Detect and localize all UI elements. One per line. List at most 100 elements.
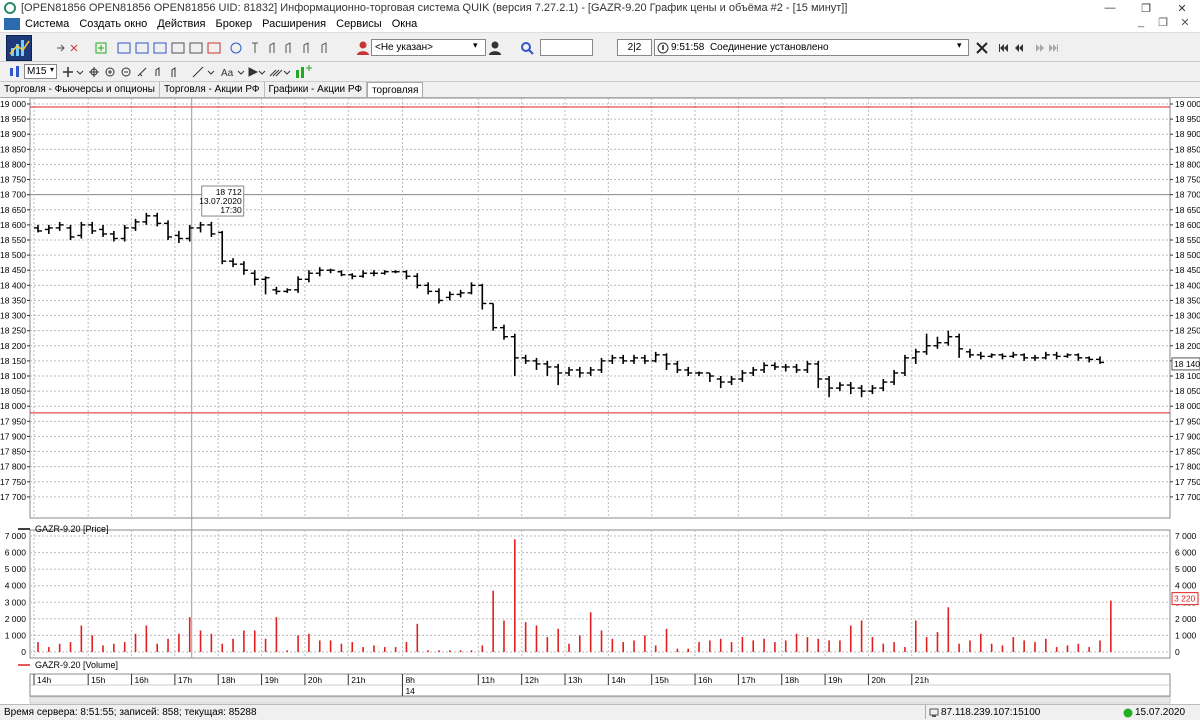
price-volume-chart[interactable]: 19 000 19 000 18 950 18 950 18 900 18 900 18 8…: [0, 98, 1200, 704]
menu-extensions[interactable]: Расширения: [257, 18, 331, 30]
trendline-icon: [192, 66, 204, 78]
price-tick-label-left: 18 300: [0, 311, 26, 321]
price-tick-label-right: 18 050: [1175, 386, 1200, 396]
time-axis-label: 16h: [135, 675, 149, 685]
time-axis-label: 14h: [611, 675, 625, 685]
crosshair-chevron-icon: [76, 70, 84, 75]
price-tick-label-right: 18 200: [1175, 341, 1200, 351]
tab-stocks-charts[interactable]: Графики - Акции РФ: [265, 82, 368, 97]
price-tick-label-left: 17 700: [0, 492, 26, 502]
search-input[interactable]: [540, 39, 593, 56]
price-tick-label-left: 17 850: [0, 447, 26, 457]
mdi-doc-icon[interactable]: [4, 18, 20, 30]
connection-status-box[interactable]: 9:51:58 Соединение установлено: [654, 39, 969, 56]
price-tick-label-right: 18 500: [1175, 250, 1200, 260]
quik-chart-logo-icon[interactable]: [6, 35, 32, 61]
price-tick-label-right: 18 300: [1175, 311, 1200, 321]
menu-broker[interactable]: Брокер: [211, 18, 258, 30]
hand3-icon: [303, 42, 309, 53]
quotes-icon: [135, 42, 149, 54]
price-tick-label-left: 18 450: [0, 265, 26, 275]
toolbar-icon-strip: [57, 42, 291, 54]
price-tick-label-right: 18 550: [1175, 235, 1200, 245]
maximize-button[interactable]: ❐: [1128, 0, 1164, 16]
indicators-icon: [296, 70, 299, 78]
hand-icon: [269, 42, 275, 53]
price-tick-label-right: 17 950: [1175, 416, 1200, 426]
price-tick-label-left: 18 100: [0, 371, 26, 381]
text-chevron-icon: [237, 70, 245, 75]
first-icon: [999, 44, 1008, 52]
close-x-icon[interactable]: [975, 41, 989, 55]
last-volume-label: 3 220: [1174, 594, 1196, 604]
price-tick-label-left: 17 900: [0, 431, 26, 441]
search-icon[interactable]: [520, 41, 534, 55]
connection-time: 9:51:58: [671, 42, 705, 53]
info-icon: [230, 42, 242, 54]
volume-tick-label-left: 1 000: [5, 630, 27, 640]
account-select[interactable]: <Не указан>: [371, 39, 486, 56]
mdi-minimize-button[interactable]: _: [1130, 16, 1152, 29]
volume-tick-label-right: 5 000: [1175, 564, 1197, 574]
time-axis-label: 18h: [785, 675, 799, 685]
connection-status: Соединение установлено: [709, 42, 829, 53]
price-tick-label-left: 19 000: [0, 99, 26, 109]
mdi-restore-button[interactable]: ❐: [1152, 16, 1174, 29]
mdi-close-button[interactable]: ✕: [1174, 16, 1196, 29]
tab-stocks-trading[interactable]: Торговля - Акции РФ: [160, 82, 265, 97]
time-axis-label: 19h: [265, 675, 279, 685]
interval-chevron-icon[interactable]: ▾: [50, 65, 54, 74]
status-date: 15.07.2020: [1135, 707, 1186, 718]
tab-futures[interactable]: Торговля - Фьючерсы и опционы: [0, 82, 160, 97]
candles-icon[interactable]: [8, 65, 22, 79]
menu-services[interactable]: Сервисы: [331, 18, 387, 30]
chart-scrollbar[interactable]: [29, 696, 1171, 704]
page-indicator: 2|2: [617, 39, 652, 56]
close-button[interactable]: ✕: [1164, 0, 1200, 16]
price-tick-label-left: 18 650: [0, 205, 26, 215]
time-axis-label: 17h: [741, 675, 755, 685]
status-chevron-down-icon[interactable]: ▾: [957, 40, 962, 51]
toolbar-icon-strip-2: [303, 42, 327, 53]
menu-system[interactable]: Система: [20, 18, 74, 30]
minimize-button[interactable]: —: [1092, 0, 1128, 16]
volume-tick-label-left: 6 000: [5, 548, 27, 558]
prev-icon: [1015, 44, 1023, 52]
chart-area[interactable]: 19 000 19 000 18 950 18 950 18 900 18 900 18 8…: [0, 98, 1200, 704]
navigation-icons[interactable]: [998, 43, 1060, 53]
volume-tick-label-right: 6 000: [1175, 548, 1197, 558]
price-tick-label-right: 18 100: [1175, 371, 1200, 381]
time-axis-label: 18h: [221, 675, 235, 685]
mark-icon: [248, 67, 259, 77]
volume-tick-label-left: 0: [21, 647, 26, 657]
menu-actions[interactable]: Действия: [152, 18, 210, 30]
hand4-icon: [321, 42, 327, 53]
price-tick-label-left: 18 500: [0, 250, 26, 260]
mdi-controls: _ ❐ ✕: [1130, 16, 1196, 29]
price-tick-label-right: 18 400: [1175, 280, 1200, 290]
user-settings-icon[interactable]: [488, 40, 502, 56]
price-tick-label-right: 18 800: [1175, 159, 1200, 169]
user-icon[interactable]: [356, 40, 370, 56]
server-ip: 87.118.239.107:15100: [941, 707, 1041, 718]
network-icon: [929, 708, 939, 717]
menu-windows[interactable]: Окна: [387, 18, 423, 30]
price-tick-label-right: 17 800: [1175, 462, 1200, 472]
chevron-down-icon[interactable]: ▾: [473, 40, 478, 51]
text-t-icon: [252, 42, 258, 53]
tab-torgovlya[interactable]: торговляя: [367, 82, 424, 97]
menu-create-window[interactable]: Создать окно: [74, 18, 152, 30]
info-circle-icon: [657, 42, 669, 54]
time-axis-label: 20h: [871, 675, 885, 685]
price-tick-label-right: 18 000: [1175, 401, 1200, 411]
cancel-order-icon: [70, 44, 78, 52]
price-tick-label-right: 17 750: [1175, 477, 1200, 487]
volume-tick-label-right: 2 000: [1175, 614, 1197, 624]
hand2-icon: [285, 42, 291, 53]
time-axis-label: 19h: [828, 675, 842, 685]
eraser-icon: [155, 67, 160, 76]
limits-icon: [189, 42, 203, 54]
day-axis-label: 14: [405, 686, 415, 696]
volume-tick-label-left: 3 000: [5, 597, 27, 607]
price-tick-label-left: 18 400: [0, 280, 26, 290]
